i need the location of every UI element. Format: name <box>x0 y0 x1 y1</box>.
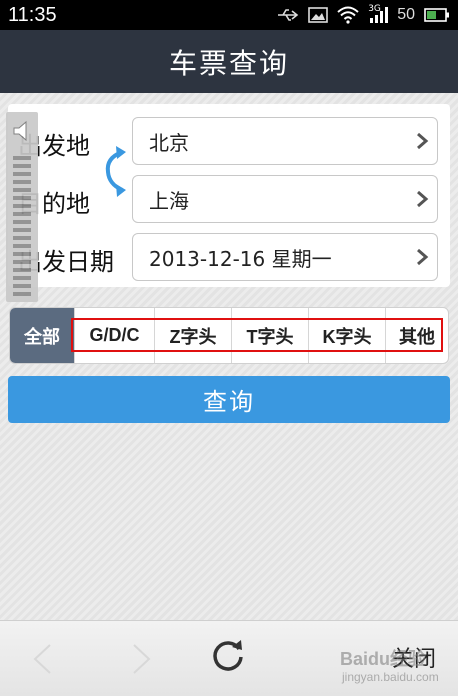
back-arrow-icon[interactable] <box>30 643 54 675</box>
forward-arrow-icon[interactable] <box>130 643 154 675</box>
usb-icon <box>278 9 299 21</box>
train-type-filter: 全部 G/D/C Z字头 T字头 K字头 其他 <box>9 307 449 364</box>
watermark-url: jingyan.baidu.com <box>342 670 439 684</box>
volume-overlay[interactable] <box>6 112 38 302</box>
to-station-field[interactable]: 上海 <box>132 175 438 223</box>
signal-indicator: 3G <box>368 4 389 24</box>
tab-k[interactable]: K字头 <box>308 308 385 363</box>
swap-stations-icon[interactable] <box>100 144 130 200</box>
tab-other[interactable]: 其他 <box>385 308 448 363</box>
chevron-right-icon <box>417 132 429 150</box>
tab-z[interactable]: Z字头 <box>154 308 231 363</box>
to-station-value: 上海 <box>149 188 189 213</box>
tab-all[interactable]: 全部 <box>10 308 74 363</box>
status-icons: 3G 50 <box>277 4 450 24</box>
tab-t[interactable]: T字头 <box>231 308 308 363</box>
from-station-field[interactable]: 北京 <box>132 117 438 165</box>
image-icon <box>308 7 329 23</box>
speaker-icon <box>13 120 27 142</box>
from-station-value: 北京 <box>149 130 189 155</box>
departure-date-value: 2013-12-16 星期一 <box>149 246 332 271</box>
tab-gdc[interactable]: G/D/C <box>74 308 154 363</box>
battery-percent: 50 <box>397 6 415 23</box>
volume-level-bars <box>13 156 31 296</box>
network-type: 3G <box>368 4 381 14</box>
status-time: 11:35 <box>8 3 57 26</box>
wifi-icon <box>337 6 359 24</box>
battery-icon <box>424 8 449 22</box>
departure-date-field[interactable]: 2013-12-16 星期一 <box>132 233 438 281</box>
search-form-card: 出发地 北京 目的地 上海 出发日期 2013-12-16 星期一 <box>8 104 450 287</box>
status-bar: 11:35 3G 50 <box>0 0 458 30</box>
query-button[interactable]: 查询 <box>8 376 450 423</box>
page-title: 车票查询 <box>168 46 289 80</box>
header: 车票查询 <box>0 30 458 93</box>
watermark-brand: Baidu经验 <box>340 649 427 669</box>
chevron-right-icon <box>417 248 429 266</box>
chevron-right-icon <box>417 190 429 208</box>
refresh-icon[interactable] <box>210 637 246 673</box>
